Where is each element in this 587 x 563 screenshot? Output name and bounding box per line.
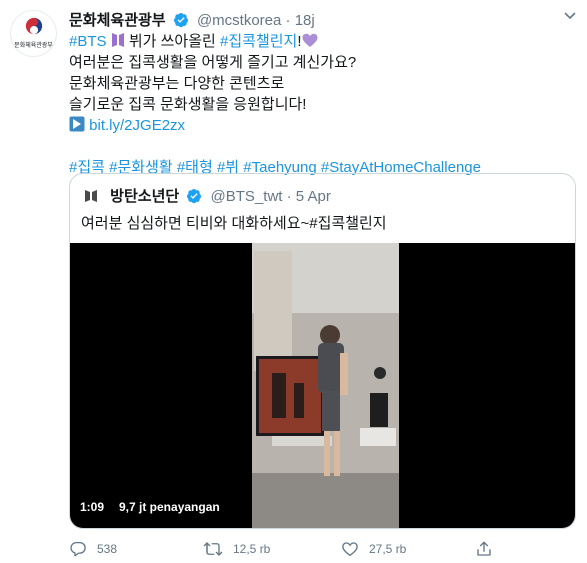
caret-down-icon[interactable] [564, 10, 576, 22]
tweet-header: 문화체육관광부 @mcstkorea · 18j [69, 9, 547, 29]
retweet-count: 12,5 rb [233, 542, 271, 556]
separator-dot: · [285, 12, 291, 29]
quoted-avatar [81, 186, 101, 206]
timestamp[interactable]: 18j [295, 12, 315, 29]
tweet-line-4: 슬기로운 집콕 문화생활을 응원합니다! [69, 96, 307, 113]
like-button[interactable]: 27,5 rb [341, 538, 406, 560]
bts-logo-icon [85, 190, 97, 202]
tweet-line-3: 문화체육관광부는 다양한 콘텐츠로 [69, 75, 285, 92]
quoted-tweet[interactable]: 방탄소년단 @BTS_twt · 5 Apr 여러분 심심하면 티비와 대화하세… [69, 173, 576, 529]
reply-button[interactable]: 538 [69, 538, 117, 560]
like-icon [342, 542, 358, 557]
verified-icon [173, 13, 188, 28]
link-arrow-icon [69, 116, 85, 132]
bts-logo-icon [111, 33, 124, 47]
ministry-logo-icon [25, 17, 43, 35]
tweet: 문화체육관광부 문화체육관광부 @mcstkorea · 18j #BTS 뷔가… [0, 0, 587, 563]
share-icon [477, 541, 491, 556]
hashtag-link[interactable]: #집콕챌린지 [220, 33, 297, 50]
avatar[interactable]: 문화체육관광부 [10, 10, 57, 57]
hashtag-link[interactable]: #BTS [69, 33, 107, 50]
quoted-text: 여러분 심심하면 티비와 대화하세요~#집콕챌린지 [81, 215, 387, 232]
separator-dot: · [286, 188, 292, 205]
quoted-header: 방탄소년단 @BTS_twt · 5 Apr [81, 185, 331, 206]
tweet-line-5: bit.ly/2JGE2zx [69, 115, 567, 136]
quoted-handle: @BTS_twt [210, 188, 283, 205]
purple-heart-icon [302, 33, 318, 47]
video-duration: 1:09 [80, 500, 105, 514]
retweet-button[interactable]: 12,5 rb [203, 538, 270, 560]
avatar-caption: 문화체육관광부 [14, 43, 53, 49]
quoted-display-name: 방탄소년단 [110, 188, 180, 205]
tweet-line-1: #BTS 뷔가 쓰아올린 #집콕챌린지! [69, 31, 567, 52]
action-bar: 538 12,5 rb 27,5 rb [69, 538, 509, 560]
display-name[interactable]: 문화체육관광부 [69, 12, 166, 29]
verified-icon [187, 189, 202, 204]
quoted-date: 5 Apr [295, 188, 331, 205]
tweet-text-segment: 뷔가 쓰아올린 [124, 33, 220, 50]
video-player[interactable]: 1:09 9,7 jt penayangan [70, 243, 575, 528]
handle: @mcstkorea [196, 12, 282, 29]
share-button[interactable] [475, 538, 503, 560]
short-link[interactable]: bit.ly/2JGE2zx [89, 117, 185, 134]
tweet-text: #BTS 뷔가 쓰아올린 #집콕챌린지! 여러분은 집콕생활을 어떻게 즐기고 … [69, 31, 567, 178]
video-views: 9,7 jt penayangan [119, 500, 220, 514]
like-count: 27,5 rb [369, 542, 407, 556]
reply-count: 538 [97, 542, 118, 556]
retweet-icon [203, 542, 223, 556]
video-frame [252, 243, 399, 528]
reply-icon [70, 541, 86, 557]
tweet-line-2: 여러분은 집콕생활을 어떻게 즐기고 계신가요? [69, 54, 357, 71]
